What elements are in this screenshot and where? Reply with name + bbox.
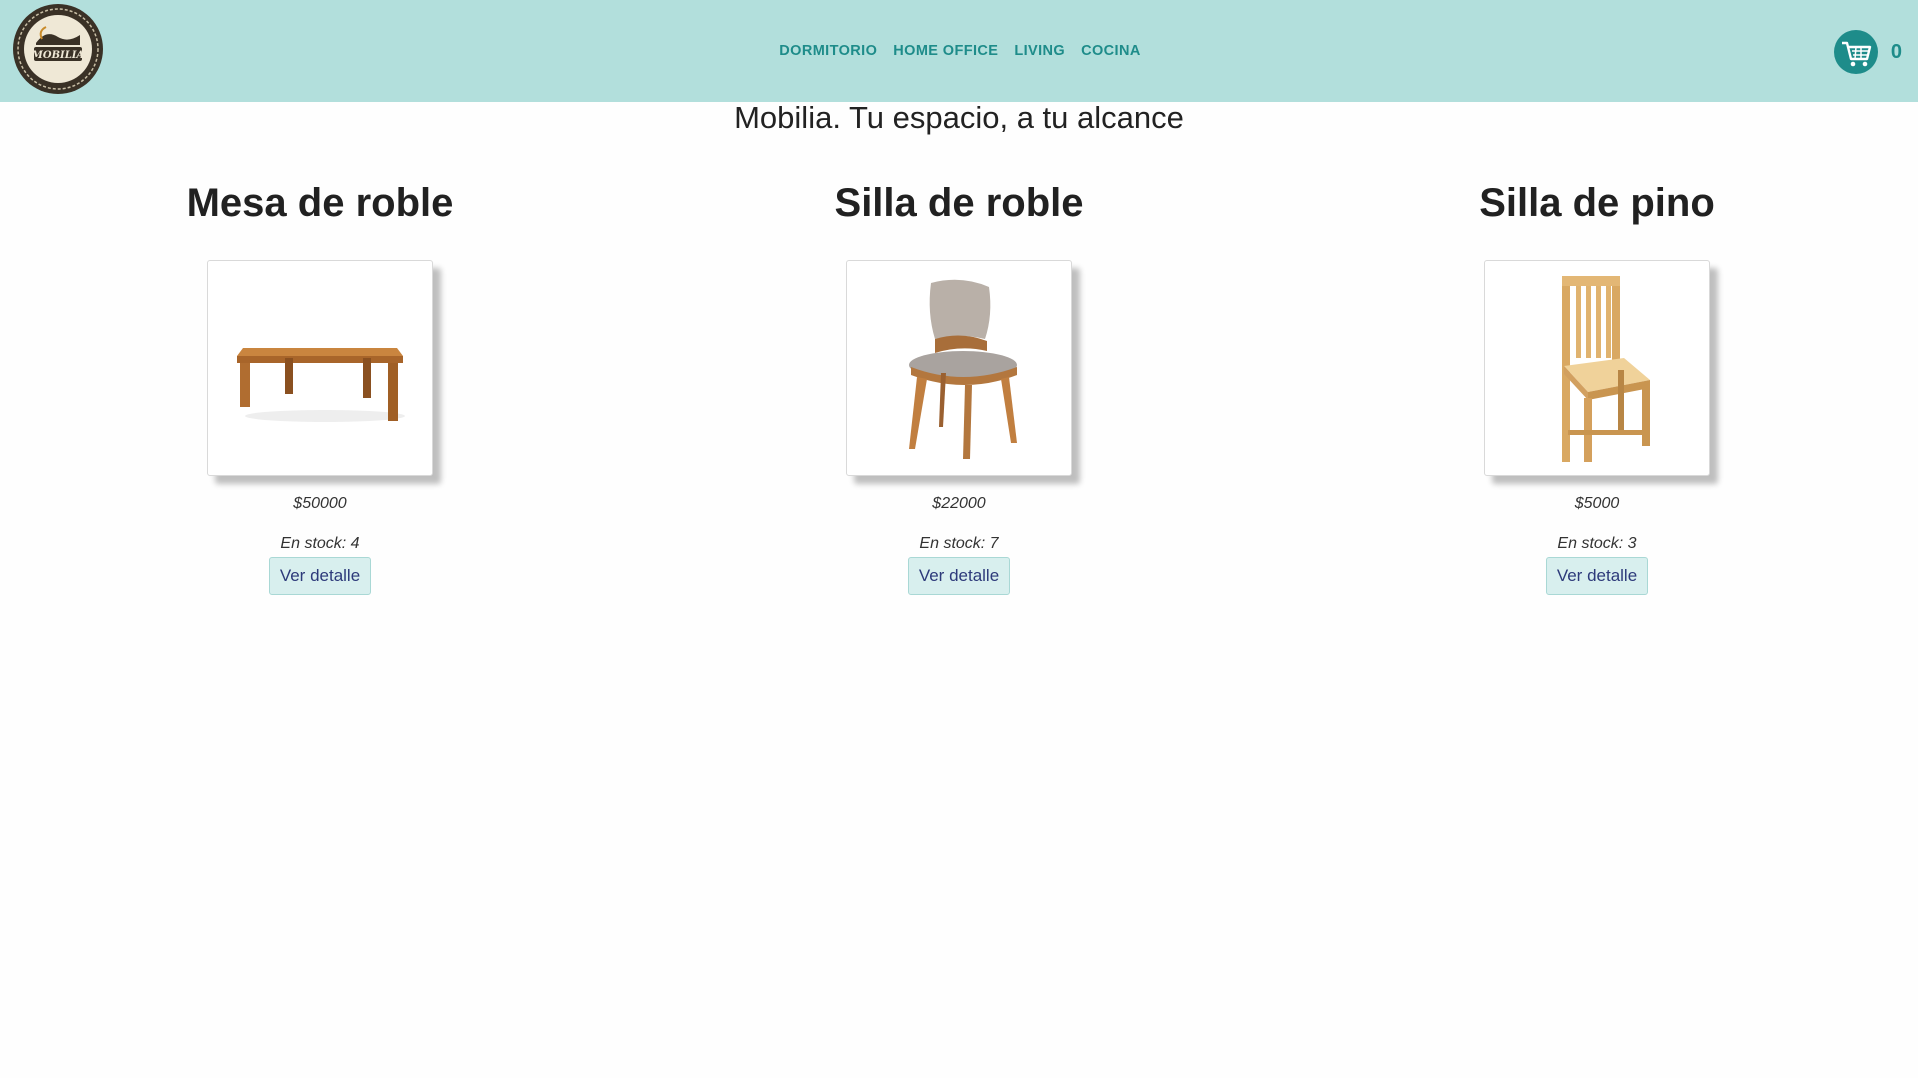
nav-link-home-office[interactable]: HOME OFFICE (893, 43, 998, 59)
product-title: Mesa de roble (186, 181, 454, 225)
page-title: Mobilia. Tu espacio, a tu alcance (734, 100, 1184, 135)
nav-link-dormitorio[interactable]: DORMITORIO (779, 43, 877, 59)
product-image[interactable] (846, 260, 1072, 476)
product-price: $50000 (293, 495, 347, 512)
cart-widget[interactable]: 0 (1833, 29, 1902, 75)
product-stock: En stock: 3 (1557, 535, 1637, 552)
main-nav: DORMITORIO HOME OFFICE LIVING COCINA (0, 0, 1918, 102)
cart-count: 0 (1890, 40, 1902, 63)
upholstered-oak-chair-image (909, 279, 1017, 459)
navbar: MOBILIA DORMITORIO HOME OFFICE LIVING CO… (0, 0, 1918, 102)
oak-table-image (237, 348, 405, 422)
pine-chair-image (1562, 276, 1650, 462)
product-image[interactable] (1484, 260, 1710, 476)
nav-link-cocina[interactable]: COCINA (1081, 43, 1141, 59)
product-price: $22000 (932, 495, 986, 512)
product-stock: En stock: 7 (919, 535, 999, 552)
view-detail-button[interactable]: Ver detalle (1545, 557, 1649, 595)
product-title: Silla de roble (834, 181, 1084, 225)
shopping-cart-icon[interactable] (1833, 29, 1879, 75)
nav-link-living[interactable]: LIVING (1014, 43, 1065, 59)
product-image[interactable] (207, 260, 433, 476)
view-detail-button[interactable]: Ver detalle (907, 557, 1011, 595)
product-title: Silla de pino (1479, 181, 1715, 225)
product-card: Silla de roble $22000 En stock: 7 Ver de… (729, 176, 1189, 595)
product-card: Mesa de roble $50000 En stock: 4 Ver det… (90, 176, 550, 595)
product-stock: En stock: 4 (280, 535, 360, 552)
product-price: $5000 (1574, 495, 1620, 512)
product-card: Silla de pino $5000 En stock: 3 Ver deta… (1367, 176, 1827, 595)
view-detail-button[interactable]: Ver detalle (268, 557, 372, 595)
